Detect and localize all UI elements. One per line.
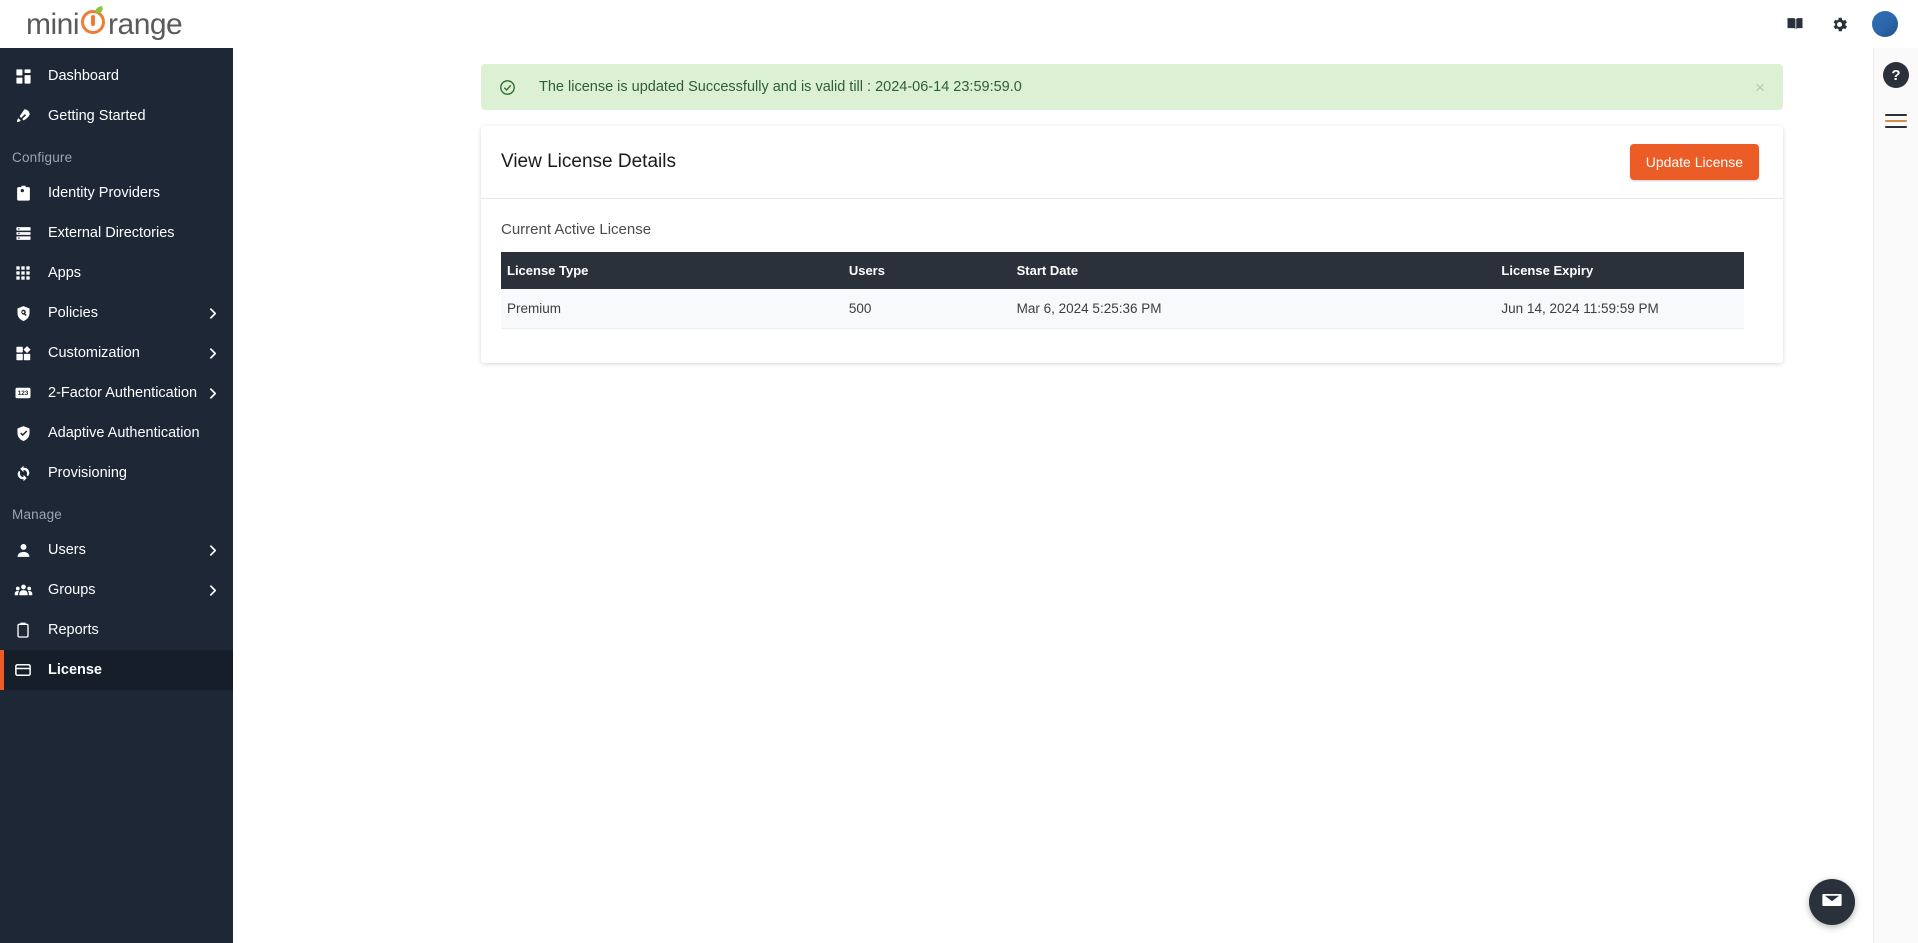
update-license-button[interactable]: Update License bbox=[1629, 144, 1759, 180]
customization-blocks-icon bbox=[12, 342, 34, 364]
main-inner: The license is updated Successfully and … bbox=[233, 64, 1873, 363]
sidebar-item-reports[interactable]: Reports bbox=[0, 610, 233, 650]
sidebar-item-label: Adaptive Authentication bbox=[48, 425, 200, 441]
user-avatar[interactable] bbox=[1872, 11, 1898, 37]
chevron-right-icon bbox=[206, 347, 219, 360]
sidebar-item-label: Reports bbox=[48, 622, 99, 638]
body-row: Dashboard Getting Started Configure Iden… bbox=[0, 48, 1918, 943]
cell-users: 500 bbox=[842, 289, 1011, 329]
main-content: The license is updated Successfully and … bbox=[233, 48, 1873, 943]
miniorange-logo[interactable]: mini range bbox=[26, 5, 183, 42]
column-header-users: Users bbox=[842, 252, 1011, 289]
help-icon[interactable]: ? bbox=[1883, 62, 1909, 88]
sidebar-item-label: License bbox=[48, 662, 102, 678]
check-circle-icon bbox=[499, 78, 517, 96]
alert-message: The license is updated Successfully and … bbox=[539, 79, 1022, 95]
sidebar-item-2-factor-authentication[interactable]: 123 2-Factor Authentication bbox=[0, 373, 233, 413]
page-title: View License Details bbox=[501, 151, 676, 172]
logo-orange-icon bbox=[80, 5, 107, 34]
sidebar-item-label: Dashboard bbox=[48, 68, 119, 84]
current-active-license-label: Current Active License bbox=[501, 221, 652, 238]
column-header-license-expiry: License Expiry bbox=[1495, 252, 1745, 289]
email-chat-icon bbox=[1821, 889, 1843, 916]
credit-card-icon bbox=[12, 659, 34, 681]
sidebar-item-label: Customization bbox=[48, 345, 140, 361]
right-rail: ? bbox=[1873, 48, 1918, 943]
sidebar-section-manage: Manage bbox=[12, 507, 62, 522]
numeric-keypad-icon: 123 bbox=[12, 382, 34, 404]
application-root: mini range Dashboard Getting Started Con… bbox=[0, 0, 1918, 943]
sidebar-item-apps[interactable]: Apps bbox=[0, 253, 233, 293]
sidebar-item-label: Groups bbox=[48, 582, 96, 598]
clipboard-icon bbox=[12, 619, 34, 641]
column-header-start-date: Start Date bbox=[1010, 252, 1496, 289]
license-card: View License Details Update License Curr… bbox=[481, 126, 1783, 363]
support-chat-button[interactable] bbox=[1809, 879, 1855, 925]
users-group-icon bbox=[12, 579, 34, 601]
cell-license-expiry: Jun 14, 2024 11:59:59 PM bbox=[1495, 289, 1745, 329]
grid-apps-icon bbox=[12, 262, 34, 284]
id-badge-icon bbox=[12, 182, 34, 204]
sync-arrows-icon bbox=[12, 462, 34, 484]
close-icon[interactable]: × bbox=[1751, 77, 1769, 98]
sidebar-item-external-directories[interactable]: External Directories bbox=[0, 213, 233, 253]
dashboard-icon bbox=[12, 65, 34, 87]
shield-search-icon bbox=[12, 302, 34, 324]
shield-check-icon bbox=[12, 422, 34, 444]
success-alert: The license is updated Successfully and … bbox=[481, 64, 1783, 110]
sidebar-item-adaptive-authentication[interactable]: Adaptive Authentication bbox=[0, 413, 233, 453]
sidebar-navigation: Dashboard Getting Started Configure Iden… bbox=[0, 48, 233, 943]
sidebar-item-dashboard[interactable]: Dashboard bbox=[0, 56, 233, 96]
sidebar-item-license[interactable]: License bbox=[0, 650, 233, 690]
chevron-right-icon bbox=[206, 584, 219, 597]
chevron-right-icon bbox=[206, 387, 219, 400]
sidebar-item-label: Identity Providers bbox=[48, 185, 161, 201]
sidebar-item-label: External Directories bbox=[48, 225, 175, 241]
cell-start-date: Mar 6, 2024 5:25:36 PM bbox=[1010, 289, 1496, 329]
settings-gear-icon[interactable] bbox=[1828, 13, 1850, 35]
table-head: License Type Users Start Date License Ex… bbox=[501, 252, 1745, 289]
sidebar-item-label: Apps bbox=[48, 265, 82, 281]
chevron-right-icon bbox=[206, 307, 219, 320]
sidebar-item-label: Provisioning bbox=[48, 465, 127, 481]
card-header: View License Details Update License bbox=[481, 126, 1783, 199]
logo-text-first: mini bbox=[26, 7, 80, 41]
table-body: Premium 500 Mar 6, 2024 5:25:36 PM Jun 1… bbox=[501, 289, 1745, 329]
column-header-license-type: License Type bbox=[501, 252, 843, 289]
server-list-icon bbox=[12, 222, 34, 244]
logo-text-last: range bbox=[108, 7, 183, 41]
sidebar-item-provisioning[interactable]: Provisioning bbox=[0, 453, 233, 493]
sidebar-item-getting-started[interactable]: Getting Started bbox=[0, 96, 233, 136]
sidebar-item-groups[interactable]: Groups bbox=[0, 570, 233, 610]
card-body: Current Active License License Type User… bbox=[481, 199, 1783, 329]
sidebar-item-policies[interactable]: Policies bbox=[0, 293, 233, 333]
user-icon bbox=[12, 539, 34, 561]
svg-text:123: 123 bbox=[18, 390, 29, 397]
table-row: Premium 500 Mar 6, 2024 5:25:36 PM Jun 1… bbox=[501, 289, 1745, 329]
documentation-book-icon[interactable] bbox=[1784, 13, 1806, 35]
top-bar-actions bbox=[1784, 11, 1898, 37]
sidebar-item-label: 2-Factor Authentication bbox=[48, 385, 198, 401]
chevron-right-icon bbox=[206, 544, 219, 557]
hamburger-menu-icon[interactable] bbox=[1885, 110, 1907, 132]
sidebar-item-label: Users bbox=[48, 542, 86, 558]
sidebar-section-configure: Configure bbox=[12, 150, 73, 165]
cell-license-type: Premium bbox=[501, 289, 843, 329]
sidebar-item-users[interactable]: Users bbox=[0, 530, 233, 570]
table-header-row: License Type Users Start Date License Ex… bbox=[501, 252, 1745, 289]
sidebar-item-identity-providers[interactable]: Identity Providers bbox=[0, 173, 233, 213]
sidebar-item-customization[interactable]: Customization bbox=[0, 333, 233, 373]
sidebar-item-label: Policies bbox=[48, 305, 98, 321]
license-table: License Type Users Start Date License Ex… bbox=[501, 252, 1745, 329]
top-bar: mini range bbox=[0, 0, 1918, 48]
sidebar-item-label: Getting Started bbox=[48, 108, 146, 124]
rocket-icon bbox=[12, 105, 34, 127]
